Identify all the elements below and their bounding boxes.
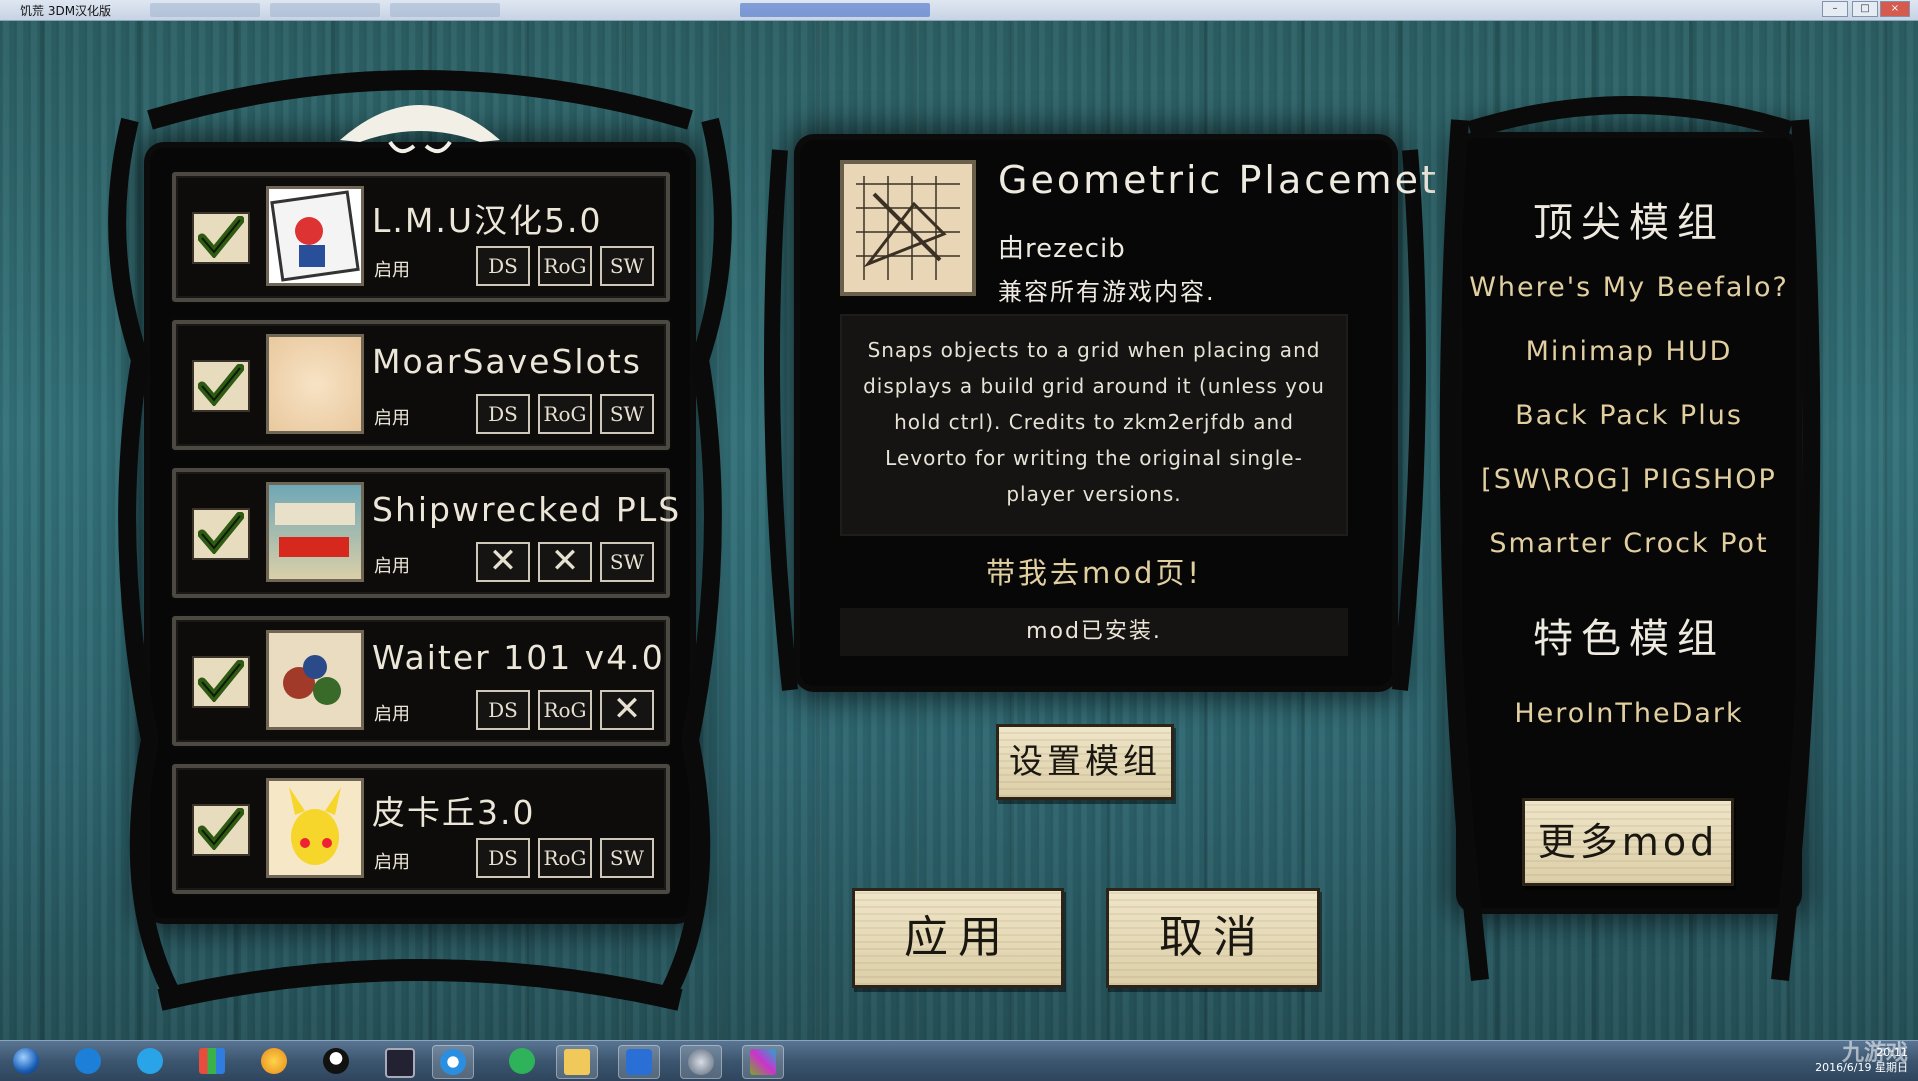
apply-button[interactable]: 应用 (852, 888, 1064, 988)
mod-thumbnail (266, 186, 364, 286)
folder-icon[interactable] (556, 1045, 598, 1079)
window-titlebar: 饥荒 3DM汉化版 – □ × (0, 0, 1918, 21)
ds-compat-badge: DS (476, 690, 530, 730)
top-mod-link[interactable]: Back Pack Plus (1462, 400, 1796, 431)
mod-page-link[interactable]: 带我去mod页! (840, 550, 1348, 592)
clock-date: 2016/6/19 星期日 (1815, 1061, 1908, 1074)
detail-mod-author: 由rezecib (998, 234, 1126, 264)
detail-mod-compatibility: 兼容所有游戏内容. (998, 278, 1216, 306)
maximize-button[interactable]: □ (1852, 1, 1878, 17)
mod-enabled-checkbox[interactable] (192, 508, 250, 560)
system-tray: 九游戏 20:11 2016/6/19 星期日 (1658, 1041, 1918, 1081)
mod-thumbnail (266, 778, 364, 878)
system-clock[interactable]: 20:11 2016/6/19 星期日 (1815, 1045, 1908, 1075)
game-window-icon[interactable] (742, 1045, 784, 1079)
rog-compat-badge: RoG (538, 246, 592, 286)
k-browser-icon[interactable] (68, 1045, 108, 1077)
game-controller-icon[interactable] (378, 1045, 418, 1078)
mod-status: 启用 (374, 852, 410, 873)
cancel-button[interactable]: 取消 (1106, 888, 1320, 988)
mod-enabled-checkbox[interactable] (192, 656, 250, 708)
mod-thumbnail (266, 482, 364, 582)
ie-browser-icon[interactable] (254, 1045, 294, 1077)
mod-name: Waiter 101 v4.0 (372, 638, 665, 677)
green-app-icon[interactable] (502, 1045, 542, 1077)
mod-enabled-checkbox[interactable] (192, 360, 250, 412)
featured-mod-link[interactable]: HeroInTheDark (1462, 698, 1796, 729)
checkmark-icon (198, 364, 244, 406)
sw-compat-badge: SW (600, 246, 654, 286)
mod-status: 启用 (374, 408, 410, 429)
mod-name: MoarSaveSlots (372, 342, 642, 381)
titlebar-tabs (150, 3, 970, 17)
mod-name: Shipwrecked PLS (372, 490, 682, 529)
ds-compat-badge: DS (476, 838, 530, 878)
checkmark-icon (198, 808, 244, 850)
mod-row[interactable]: 皮卡丘3.0 启用 DS RoG SW (172, 764, 670, 894)
window-title: 饥荒 3DM汉化版 (20, 4, 112, 18)
mod-row[interactable]: Shipwrecked PLS 启用 ✕ ✕ SW (172, 468, 679, 598)
detail-mod-title: Geometric Placemet (998, 158, 1439, 202)
detail-mod-thumbnail (840, 160, 976, 296)
top-mod-link[interactable]: [SW\ROG] PIGSHOP (1462, 464, 1796, 495)
checkmark-icon (198, 660, 244, 702)
mod-thumbnail (266, 630, 364, 730)
checkmark-icon (198, 512, 244, 554)
rog-compat-badge: RoG (538, 838, 592, 878)
sw-incompatible-icon: ✕ (600, 690, 654, 730)
ds-compat-badge: DS (476, 394, 530, 434)
rog-incompatible-icon: ✕ (538, 542, 592, 582)
browser-icon[interactable] (432, 1045, 474, 1079)
top-mod-link[interactable]: Smarter Crock Pot (1462, 528, 1796, 559)
top-mod-link[interactable]: Minimap HUD (1462, 336, 1796, 367)
mod-thumbnail (266, 334, 364, 434)
minimize-button[interactable]: – (1822, 1, 1848, 17)
titlebar-tab[interactable] (390, 3, 500, 17)
windows-taskbar: 九游戏 20:11 2016/6/19 星期日 (0, 1040, 1918, 1081)
mod-status: 启用 (374, 556, 410, 577)
mod-name: 皮卡丘3.0 (372, 793, 536, 832)
titlebar-tab-active[interactable] (740, 3, 930, 17)
mod-installed-status: mod已安装. (840, 608, 1348, 656)
clock-time: 20:11 (1876, 1046, 1908, 1059)
sw-compat-badge: SW (600, 838, 654, 878)
sw-compat-badge: SW (600, 542, 654, 582)
close-button[interactable]: × (1880, 1, 1910, 17)
media-player-icon[interactable] (130, 1045, 170, 1077)
checkmark-icon (198, 216, 244, 258)
ds-incompatible-icon: ✕ (476, 542, 530, 582)
mod-status: 启用 (374, 260, 410, 281)
start-orb-icon[interactable] (6, 1045, 46, 1077)
titlebar-tab[interactable] (150, 3, 260, 17)
qq-penguin-icon[interactable] (316, 1045, 356, 1077)
top-mod-link[interactable]: Where's My Beefalo? (1462, 272, 1796, 303)
rog-compat-badge: RoG (538, 690, 592, 730)
shield-icon[interactable] (618, 1045, 660, 1079)
featured-mods-heading: 特色模组 (1533, 616, 1725, 662)
grid-blueprint-icon (856, 176, 960, 280)
wolf-icon[interactable] (680, 1045, 722, 1079)
more-mods-button[interactable]: 更多mod (1522, 798, 1734, 886)
mod-name: L.M.U汉化5.0 (372, 201, 603, 240)
mod-enabled-checkbox[interactable] (192, 804, 250, 856)
detail-mod-description: Snaps objects to a grid when placing and… (840, 314, 1348, 536)
configure-mod-button[interactable]: 设置模组 (996, 724, 1174, 800)
ds-compat-badge: DS (476, 246, 530, 286)
sw-compat-badge: SW (600, 394, 654, 434)
mod-row[interactable]: L.M.U汉化5.0 启用 DS RoG SW (172, 172, 670, 302)
package-icon[interactable] (192, 1045, 232, 1077)
rog-compat-badge: RoG (538, 394, 592, 434)
mod-enabled-checkbox[interactable] (192, 212, 250, 264)
top-mods-heading: 顶尖模组 (1533, 200, 1725, 246)
mod-row[interactable]: Waiter 101 v4.0 启用 DS RoG ✕ (172, 616, 670, 746)
mod-status: 启用 (374, 704, 410, 725)
mod-row[interactable]: MoarSaveSlots 启用 DS RoG SW (172, 320, 670, 450)
titlebar-tab[interactable] (270, 3, 380, 17)
